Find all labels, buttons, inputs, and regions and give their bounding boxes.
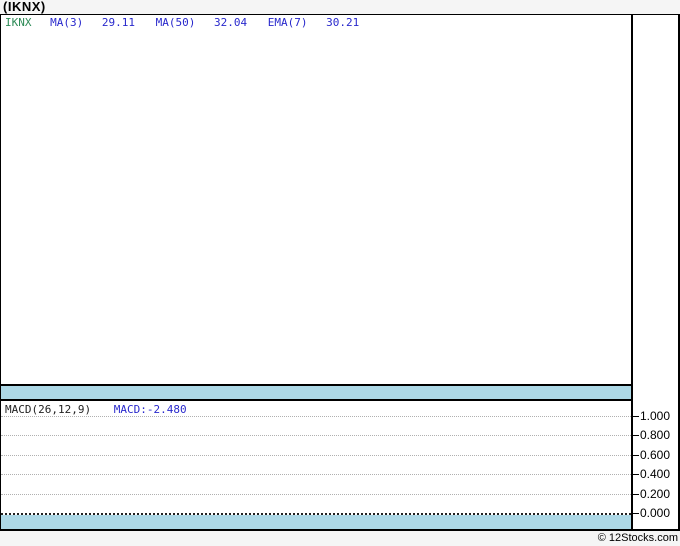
ytick-label: 0.200 <box>640 487 671 501</box>
stock-chart-page: (IKNX) IKNX MA(3) 29.11 MA(50) 32.04 EMA… <box>0 0 680 546</box>
tick-mark <box>633 493 639 495</box>
tick-mark <box>633 454 639 456</box>
ytick-0.600: 0.600 <box>633 448 670 462</box>
ema7-value: 30.21 <box>326 16 360 29</box>
tick-mark <box>633 415 639 417</box>
ytick-label: 1.000 <box>640 409 671 423</box>
macd-legend: MACD(26,12,9) MACD:-2.480 <box>5 404 187 416</box>
gridline-0.600 <box>1 455 631 456</box>
price-legend: IKNX MA(3) 29.11 MA(50) 32.04 EMA(7) 30.… <box>5 17 373 29</box>
ticker-symbol: IKNX <box>5 16 32 29</box>
macd-panel: MACD(26,12,9) MACD:-2.480 <box>1 401 631 515</box>
macd-current-value: MACD:-2.480 <box>113 403 187 416</box>
gridline-0.800 <box>1 435 631 436</box>
macd-y-axis: 1.000 0.800 0.600 0.400 0.200 0.000 <box>633 15 678 529</box>
ma3-label: MA(3) <box>50 16 84 29</box>
chart-frame: IKNX MA(3) 29.11 MA(50) 32.04 EMA(7) 30.… <box>0 14 680 531</box>
tick-mark <box>633 473 639 475</box>
page-title: (IKNX) <box>3 0 46 14</box>
tick-mark <box>633 512 639 514</box>
gridline-0.400 <box>1 474 631 475</box>
ema7-label: EMA(7) <box>267 16 308 29</box>
price-panel: IKNX MA(3) 29.11 MA(50) 32.04 EMA(7) 30.… <box>1 15 631 384</box>
ytick-0.200: 0.200 <box>633 487 670 501</box>
ytick-0.800: 0.800 <box>633 428 670 442</box>
panel-divider-band <box>1 384 631 401</box>
ytick-label: 0.600 <box>640 448 671 462</box>
ytick-label: 0.000 <box>640 506 671 520</box>
ytick-1.000: 1.000 <box>633 409 670 423</box>
gridline-1.000 <box>1 416 631 417</box>
ytick-0.000: 0.000 <box>633 506 670 520</box>
copyright-text: © 12Stocks.com <box>597 532 678 544</box>
ma3-value: 29.11 <box>101 16 135 29</box>
gridline-0.200 <box>1 494 631 495</box>
ma50-label: MA(50) <box>155 16 196 29</box>
ytick-label: 0.800 <box>640 428 671 442</box>
macd-indicator-label: MACD(26,12,9) <box>5 403 92 416</box>
ytick-label: 0.400 <box>640 467 671 481</box>
ytick-0.400: 0.400 <box>633 467 670 481</box>
ma50-value: 32.04 <box>214 16 248 29</box>
bottom-highlight-band <box>1 515 631 529</box>
tick-mark <box>633 434 639 436</box>
